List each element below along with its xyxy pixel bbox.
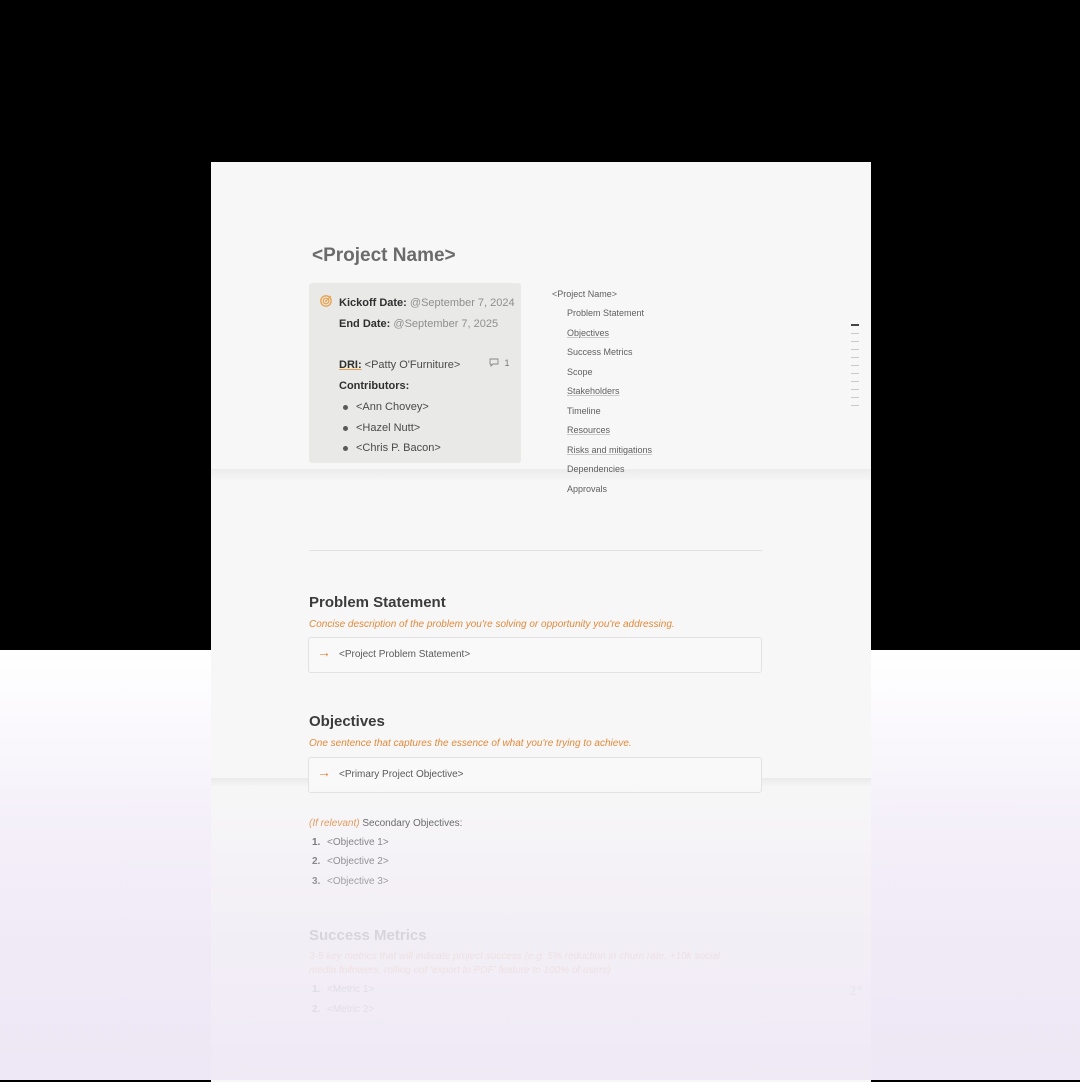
success-metrics-hint-line1: 3-5 key metrics that will indicate proje…	[309, 951, 721, 962]
objectives-heading: Objectives	[309, 713, 385, 730]
list-number: 3.	[312, 876, 321, 887]
problem-statement-box[interactable]: → <Project Problem Statement>	[308, 637, 762, 673]
outline-scroll-marker[interactable]	[851, 341, 859, 342]
contributors-label: Contributors:	[339, 380, 410, 392]
success-metrics-hint-line2: media followers, rolling out 'export to …	[309, 965, 611, 976]
problem-statement-hint: Concise description of the problem you'r…	[309, 619, 675, 630]
objective-item: <Objective 2>	[327, 856, 389, 867]
list-number: 1.	[312, 837, 321, 848]
objectives-hint: One sentence that captures the essence o…	[309, 738, 632, 749]
toc-item-success-metrics[interactable]: Success Metrics	[567, 347, 633, 357]
contributor-item: <Hazel Nutt>	[356, 422, 421, 434]
end-date-label: End Date:	[339, 318, 391, 330]
comment-icon	[489, 358, 499, 368]
outline-scroll-marker[interactable]	[851, 324, 859, 326]
contributor-item: <Chris P. Bacon>	[356, 442, 441, 454]
problem-statement-heading: Problem Statement	[309, 594, 446, 611]
toc-item-problem-statement[interactable]: Problem Statement	[567, 308, 644, 318]
primary-objective-text: <Primary Project Objective>	[339, 769, 464, 780]
toc-item-resources[interactable]: Resources	[567, 425, 610, 435]
kickoff-date-row: Kickoff Date: @September 7, 2024	[339, 297, 515, 309]
primary-objective-box[interactable]: → <Primary Project Objective>	[308, 757, 762, 793]
outline-scroll-marker[interactable]	[851, 405, 859, 406]
metric-item: <Metric 2>	[327, 1004, 375, 1015]
metric-item: <Metric 1>	[327, 984, 375, 995]
toc-item-timeline[interactable]: Timeline	[567, 406, 601, 416]
outline-scroll-marker[interactable]	[851, 333, 859, 334]
contributor-item: <Ann Chovey>	[356, 401, 429, 413]
success-metrics-heading: Success Metrics	[309, 927, 427, 944]
if-relevant-note: (If relevant)	[309, 818, 360, 829]
dri-label: DRI:	[339, 359, 362, 371]
project-info-callout: Kickoff Date: @September 7, 2024 End Dat…	[309, 283, 521, 463]
kickoff-date-mention[interactable]: @September 7, 2024	[410, 297, 515, 309]
page-fold	[211, 469, 871, 481]
outline-scroll-marker[interactable]	[851, 389, 859, 390]
bullet-dot	[343, 426, 348, 431]
toc-title[interactable]: <Project Name>	[552, 289, 617, 299]
bullet-dot	[343, 405, 348, 410]
problem-statement-text: <Project Problem Statement>	[339, 649, 471, 660]
list-number: 1.	[312, 984, 321, 995]
arrow-right-icon: →	[317, 764, 331, 780]
outline-scroll-marker[interactable]	[851, 381, 859, 382]
toc-item-scope[interactable]: Scope	[567, 367, 593, 377]
outline-scroll-marker[interactable]	[851, 397, 859, 398]
bullet-dot	[343, 446, 348, 451]
outline-scroll-marker[interactable]	[851, 349, 859, 350]
kickoff-date-label: Kickoff Date:	[339, 297, 407, 309]
dri-value: <Patty O'Furniture>	[364, 359, 461, 371]
section-divider	[309, 550, 762, 551]
toc-item-risks[interactable]: Risks and mitigations	[567, 445, 652, 455]
list-number: 2.	[312, 856, 321, 867]
document-page: <Project Name> Kickoff Date: @September …	[211, 162, 871, 1082]
end-date-row: End Date: @September 7, 2025	[339, 318, 498, 330]
secondary-objectives-text: Secondary Objectives:	[359, 818, 463, 829]
outline-scroll-marker[interactable]	[851, 373, 859, 374]
secondary-objectives-label: (If relevant) Secondary Objectives:	[309, 818, 462, 829]
toc-item-approvals[interactable]: Approvals	[567, 484, 607, 494]
arrow-right-icon: →	[317, 644, 331, 660]
page-number: 2°	[849, 984, 863, 998]
objective-item: <Objective 1>	[327, 837, 389, 848]
target-icon	[320, 295, 332, 307]
toc-item-objectives[interactable]: Objectives	[567, 328, 609, 338]
dri-row: DRI: <Patty O'Furniture>	[339, 359, 460, 371]
page-title: <Project Name>	[312, 245, 456, 266]
toc-item-stakeholders[interactable]: Stakeholders	[567, 386, 620, 396]
contributors-row: Contributors:	[339, 380, 409, 392]
outline-scroll-marker[interactable]	[851, 365, 859, 366]
objective-item: <Objective 3>	[327, 876, 389, 887]
comment-indicator[interactable]: 1	[489, 358, 510, 368]
end-date-mention[interactable]: @September 7, 2025	[393, 318, 498, 330]
comment-count: 1	[504, 358, 510, 368]
list-number: 2.	[312, 1004, 321, 1015]
toc-item-dependencies[interactable]: Dependencies	[567, 464, 625, 474]
outline-scroll-marker[interactable]	[851, 357, 859, 358]
